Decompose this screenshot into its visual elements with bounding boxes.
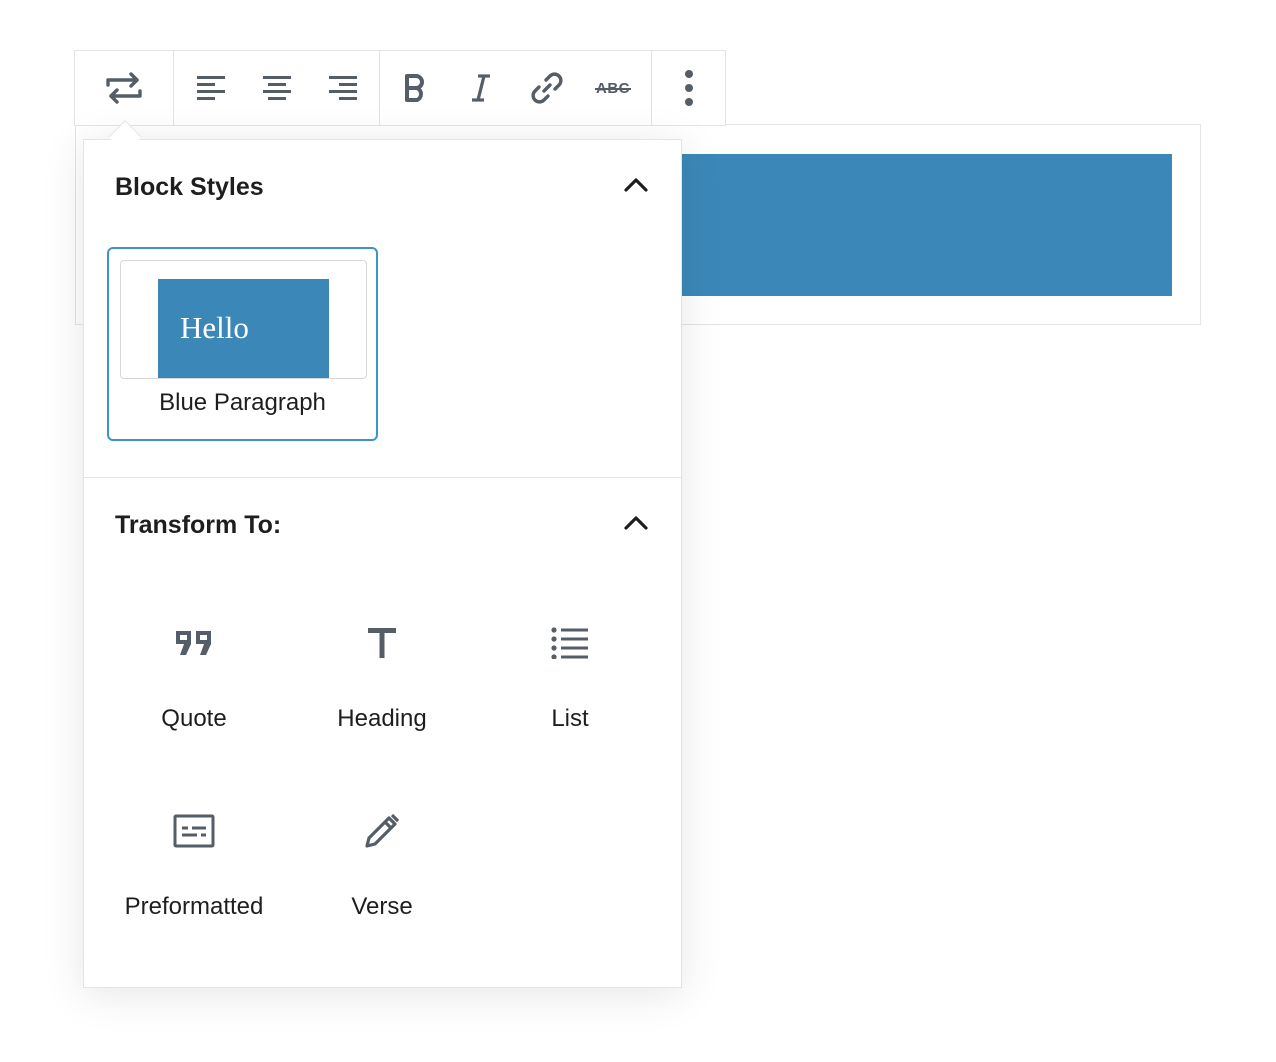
more-vertical-icon xyxy=(684,69,694,107)
collapse-transform-button[interactable] xyxy=(622,512,650,540)
transform-label: Quote xyxy=(161,705,227,732)
pencil-icon xyxy=(288,806,476,856)
strikethrough-icon: ABC xyxy=(595,80,631,97)
transform-label: Heading xyxy=(337,705,427,732)
transform-label: Preformatted xyxy=(124,893,264,920)
more-options-button[interactable] xyxy=(656,51,722,125)
blue-paragraph-content[interactable] xyxy=(680,154,1172,296)
preformatted-icon xyxy=(100,806,288,856)
italic-button[interactable] xyxy=(448,51,514,125)
align-left-icon xyxy=(196,74,226,102)
transform-header: Transform To: xyxy=(115,511,650,540)
section-divider xyxy=(84,477,681,478)
block-switcher-popover: Block Styles Hello Blue Paragraph Transf… xyxy=(83,139,682,988)
style-preview-text: Hello xyxy=(158,279,329,378)
align-right-button[interactable] xyxy=(310,51,376,125)
list-icon xyxy=(476,618,664,668)
bold-button[interactable] xyxy=(382,51,448,125)
toolbar-group-formatting: ABC xyxy=(380,51,652,125)
toolbar-group-transform xyxy=(75,51,174,125)
block-toolbar: ABC xyxy=(74,50,726,126)
transform-to-list[interactable]: List xyxy=(476,618,664,758)
style-option-label: Blue Paragraph xyxy=(159,389,326,416)
block-styles-title: Block Styles xyxy=(115,173,264,201)
chevron-up-icon xyxy=(623,177,649,198)
quote-icon xyxy=(100,618,288,668)
transform-to-verse[interactable]: Verse xyxy=(288,806,476,946)
link-button[interactable] xyxy=(514,51,580,125)
align-left-button[interactable] xyxy=(178,51,244,125)
collapse-block-styles-button[interactable] xyxy=(622,174,650,202)
align-center-button[interactable] xyxy=(244,51,310,125)
italic-icon xyxy=(469,73,493,103)
style-preview: Hello xyxy=(120,260,367,379)
toolbar-group-alignment xyxy=(174,51,380,125)
heading-icon xyxy=(288,618,476,668)
transform-icon xyxy=(104,70,144,106)
link-icon xyxy=(529,70,565,106)
transform-to-quote[interactable]: Quote xyxy=(100,618,288,758)
transform-label: Verse xyxy=(351,893,413,920)
strikethrough-button[interactable]: ABC xyxy=(580,51,646,125)
style-option-blue-paragraph[interactable]: Hello Blue Paragraph xyxy=(107,247,378,441)
align-center-icon xyxy=(262,74,292,102)
bold-icon xyxy=(403,73,427,103)
toolbar-group-more xyxy=(652,51,725,125)
transform-to-preformatted[interactable]: Preformatted xyxy=(100,806,288,946)
align-right-icon xyxy=(328,74,358,102)
transform-label: List xyxy=(551,705,589,732)
chevron-up-icon xyxy=(623,515,649,536)
transform-block-button[interactable] xyxy=(91,51,157,125)
transform-to-heading[interactable]: Heading xyxy=(288,618,476,758)
transform-title: Transform To: xyxy=(115,511,282,539)
block-styles-header: Block Styles xyxy=(115,173,650,202)
